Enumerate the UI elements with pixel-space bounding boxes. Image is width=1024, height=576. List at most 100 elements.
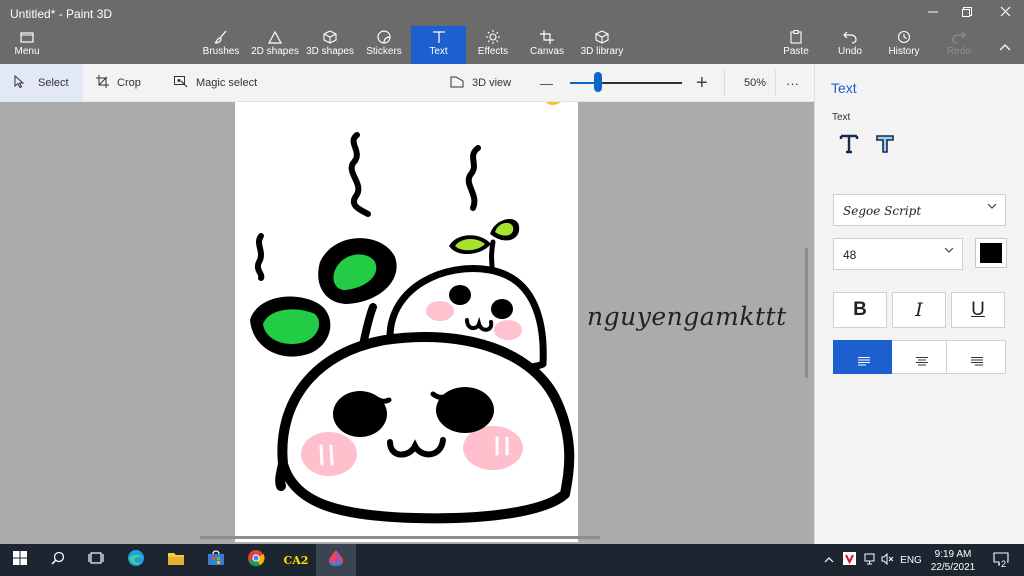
text-box[interactable]: nguyengamkttt xyxy=(587,302,787,331)
align-center-button[interactable] xyxy=(892,340,952,374)
redo-label: Redo xyxy=(947,46,971,57)
tab-3d-shapes-label: 3D shapes xyxy=(306,46,354,57)
file-explorer-icon xyxy=(167,550,185,571)
zoom-slider-track[interactable] xyxy=(570,82,682,84)
drawing-canvas[interactable] xyxy=(235,102,578,542)
windows-start-icon xyxy=(13,550,27,570)
tab-3d-library-label: 3D library xyxy=(580,46,624,57)
tab-effects[interactable]: Effects xyxy=(472,26,514,64)
antivirus-tray-button[interactable] xyxy=(840,544,858,576)
undo-label: Undo xyxy=(838,46,862,57)
paste-button[interactable]: Paste xyxy=(780,26,812,64)
tab-text-label: Text xyxy=(429,46,448,57)
text-icon xyxy=(411,26,466,46)
clock-time: 9:19 AM xyxy=(934,549,972,560)
text-color-swatch[interactable] xyxy=(975,238,1007,268)
edge-app[interactable] xyxy=(116,544,156,576)
task-view-button[interactable] xyxy=(76,544,116,576)
clock[interactable]: 9:19 AM 22/5/2021 xyxy=(920,548,986,574)
align-center-icon xyxy=(916,353,928,371)
align-right-button[interactable] xyxy=(946,340,1006,374)
tab-2d-shapes[interactable]: 2D shapes xyxy=(250,26,300,64)
zoom-in-button[interactable]: + xyxy=(696,64,712,102)
3d-text-icon xyxy=(875,135,895,158)
search-button[interactable] xyxy=(38,544,78,576)
network-tray-button[interactable] xyxy=(860,544,878,576)
volume-tray-button[interactable] xyxy=(878,544,896,576)
font-family-dropdown[interactable]: Segoe Script xyxy=(833,194,1006,226)
3d-view-icon xyxy=(450,76,464,91)
zoom-out-button[interactable]: — xyxy=(540,64,554,102)
store-app[interactable] xyxy=(196,544,236,576)
crop-label: Crop xyxy=(117,77,141,89)
task-view-icon xyxy=(88,551,104,570)
collapse-ribbon-button[interactable] xyxy=(990,26,1020,64)
tab-3d-library[interactable]: 3D library xyxy=(578,26,626,64)
tab-2d-shapes-label: 2D shapes xyxy=(251,46,299,57)
ca2-app[interactable]: CA2 xyxy=(276,544,316,576)
toolbar-divider xyxy=(775,70,776,96)
toolbar-divider xyxy=(724,70,725,96)
start-button[interactable] xyxy=(0,544,40,576)
menu-button[interactable]: Menu xyxy=(8,26,46,64)
stickers-icon xyxy=(362,26,406,46)
align-left-button[interactable] xyxy=(833,340,893,374)
maximize-button[interactable] xyxy=(948,0,986,26)
chrome-app[interactable] xyxy=(236,544,276,576)
workspace[interactable]: nguyengamkttt xyxy=(0,102,814,544)
3d-view-label: 3D view xyxy=(472,77,512,89)
underline-button[interactable]: U xyxy=(951,292,1005,328)
tab-canvas[interactable]: Canvas xyxy=(527,26,567,64)
3d-shapes-icon xyxy=(305,26,355,46)
history-icon xyxy=(886,26,922,46)
magic-select-label: Magic select xyxy=(196,77,258,89)
tab-brushes[interactable]: Brushes xyxy=(200,26,242,64)
crop-tool-button[interactable]: Crop xyxy=(96,64,156,102)
redo-button[interactable]: Redo xyxy=(944,26,974,64)
bun-characters-drawing xyxy=(250,102,575,524)
font-size-dropdown[interactable]: 48 xyxy=(833,238,963,270)
network-icon xyxy=(863,553,876,568)
canvas-icon xyxy=(527,26,567,46)
show-hidden-icons-button[interactable] xyxy=(820,544,838,576)
color-fill xyxy=(980,243,1002,263)
3d-view-button[interactable]: 3D view xyxy=(450,64,522,102)
file-explorer-app[interactable] xyxy=(156,544,196,576)
tab-brushes-label: Brushes xyxy=(202,46,240,57)
paste-icon xyxy=(780,26,812,46)
panel-title: Text xyxy=(831,80,857,96)
horizontal-scrollbar[interactable] xyxy=(200,536,600,539)
paste-label: Paste xyxy=(783,46,809,57)
vertical-scrollbar[interactable] xyxy=(805,248,808,378)
tool-options-bar: Select Crop Magic select 3D view — + 50%… xyxy=(0,64,814,102)
undo-button[interactable]: Undo xyxy=(834,26,866,64)
chevron-down-icon xyxy=(987,201,997,214)
tab-stickers[interactable]: Stickers xyxy=(362,26,406,64)
zoom-level[interactable]: 50% xyxy=(744,64,770,102)
font-family-value: Segoe Script xyxy=(843,204,922,218)
zoom-slider-thumb[interactable] xyxy=(594,72,602,92)
tab-text[interactable]: Text xyxy=(411,26,466,64)
tab-3d-shapes[interactable]: 3D shapes xyxy=(305,26,355,64)
italic-button[interactable]: I xyxy=(892,292,946,328)
bold-button[interactable]: B xyxy=(833,292,887,328)
close-button[interactable] xyxy=(986,0,1024,26)
title-bar: Untitled* - Paint 3D xyxy=(0,0,1024,26)
more-options-button[interactable]: ··· xyxy=(786,64,804,102)
2d-text-button[interactable] xyxy=(839,132,859,156)
minimize-button[interactable] xyxy=(914,0,952,26)
tab-stickers-label: Stickers xyxy=(366,46,402,57)
select-tool-button[interactable]: Select xyxy=(0,64,83,102)
history-button[interactable]: History xyxy=(886,26,922,64)
text-type-label: Text xyxy=(832,112,851,123)
tab-canvas-label: Canvas xyxy=(530,46,564,57)
3d-text-button[interactable] xyxy=(875,132,895,156)
paint3d-app[interactable] xyxy=(316,544,356,576)
magic-select-button[interactable]: Magic select xyxy=(174,64,274,102)
align-left-icon xyxy=(858,353,870,371)
search-icon xyxy=(51,551,65,570)
volume-muted-icon xyxy=(881,552,894,568)
notifications-button[interactable]: 2 xyxy=(988,544,1014,576)
paint3d-icon xyxy=(328,549,344,572)
2d-shapes-icon xyxy=(250,26,300,46)
